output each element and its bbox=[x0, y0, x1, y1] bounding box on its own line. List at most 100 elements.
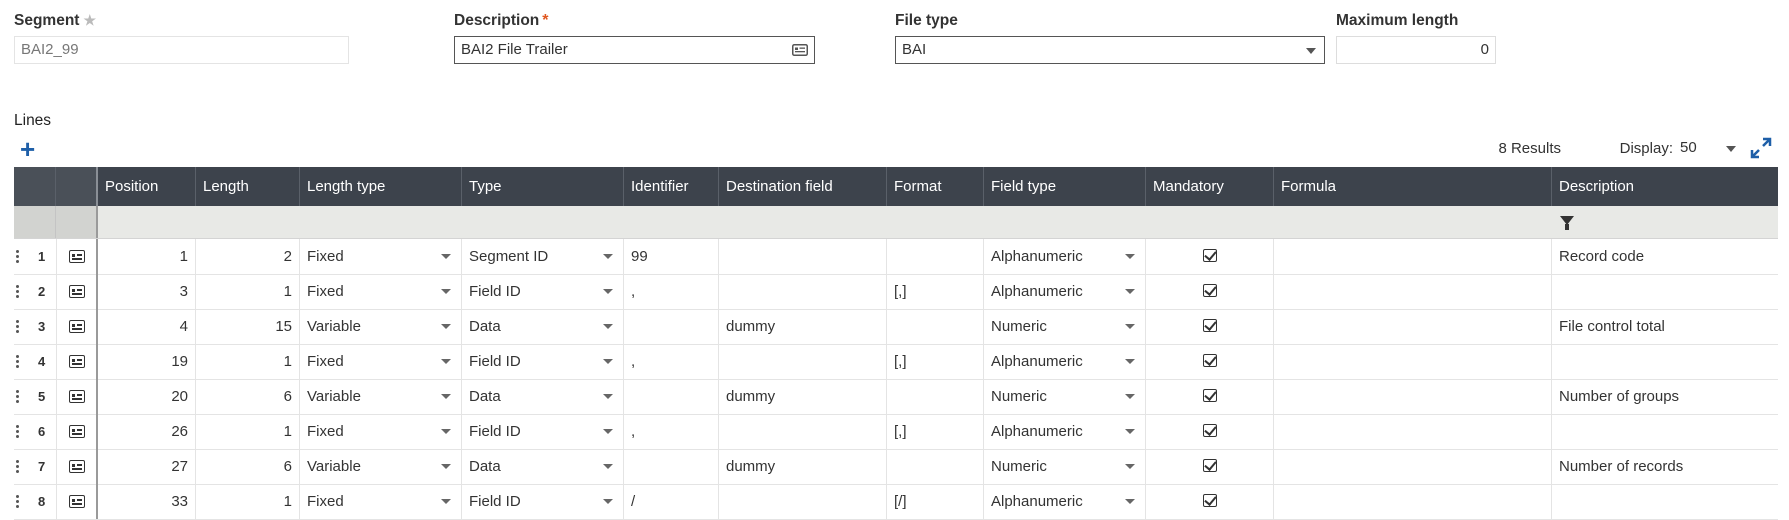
table-row[interactable]: 5 20 6 Variable Data dummy Numeric Number of gr… bbox=[14, 379, 1778, 415]
row-detail[interactable] bbox=[56, 239, 98, 274]
detail-card-icon[interactable] bbox=[69, 425, 85, 438]
header-destination-field[interactable]: Destination field bbox=[719, 167, 887, 206]
cell-length-type[interactable]: Fixed bbox=[300, 414, 462, 449]
cell-destination-field[interactable]: dummy bbox=[719, 379, 887, 414]
cell-field-type[interactable]: Numeric bbox=[984, 309, 1146, 344]
checkbox-checked-icon[interactable] bbox=[1203, 249, 1217, 262]
row-handle[interactable]: 1 bbox=[14, 239, 57, 274]
row-handle[interactable]: 6 bbox=[14, 414, 57, 449]
table-row[interactable]: 4 19 1 Fixed Field ID, [,] Alphanumeric bbox=[14, 344, 1778, 380]
header-identifier[interactable]: Identifier bbox=[624, 167, 719, 206]
cell-identifier[interactable]: , bbox=[624, 344, 719, 379]
cell-identifier[interactable]: , bbox=[624, 274, 719, 309]
cell-type[interactable]: Field ID bbox=[462, 274, 624, 309]
cell-field-type[interactable]: Alphanumeric bbox=[984, 274, 1146, 309]
cell-destination-field[interactable] bbox=[719, 239, 887, 274]
cell-format[interactable] bbox=[887, 309, 984, 344]
detail-card-icon[interactable] bbox=[69, 285, 85, 298]
cell-format[interactable] bbox=[887, 379, 984, 414]
checkbox-checked-icon[interactable] bbox=[1203, 354, 1217, 367]
cell-position[interactable]: 27 bbox=[98, 449, 196, 484]
cell-mandatory[interactable] bbox=[1146, 309, 1274, 344]
cell-mandatory[interactable] bbox=[1146, 449, 1274, 484]
drag-handle-icon[interactable] bbox=[16, 495, 20, 509]
detail-card-icon[interactable] bbox=[69, 495, 85, 508]
drag-handle-icon[interactable] bbox=[16, 250, 20, 264]
checkbox-checked-icon[interactable] bbox=[1203, 494, 1217, 507]
cell-formula[interactable] bbox=[1274, 239, 1552, 274]
cell-length[interactable]: 1 bbox=[196, 344, 300, 379]
table-row[interactable]: 1 1 2 Fixed Segment ID 99 Alphanumeric Record c… bbox=[14, 239, 1778, 275]
cell-formula[interactable] bbox=[1274, 344, 1552, 379]
cell-mandatory[interactable] bbox=[1146, 239, 1274, 274]
cell-length[interactable]: 1 bbox=[196, 414, 300, 449]
row-detail[interactable] bbox=[56, 379, 98, 414]
detail-card-icon[interactable] bbox=[69, 320, 85, 333]
cell-mandatory[interactable] bbox=[1146, 414, 1274, 449]
checkbox-checked-icon[interactable] bbox=[1203, 389, 1217, 402]
cell-formula[interactable] bbox=[1274, 309, 1552, 344]
cell-position[interactable]: 4 bbox=[98, 309, 196, 344]
cell-length-type[interactable]: Fixed bbox=[300, 239, 462, 274]
detail-card-icon[interactable] bbox=[69, 460, 85, 473]
segment-field[interactable]: BAI2_99 bbox=[14, 36, 349, 64]
row-handle[interactable]: 4 bbox=[14, 344, 57, 379]
cell-description[interactable] bbox=[1552, 414, 1778, 449]
detail-card-icon[interactable] bbox=[69, 355, 85, 368]
cell-description[interactable]: Number of groups bbox=[1552, 379, 1778, 414]
cell-formula[interactable] bbox=[1274, 274, 1552, 309]
cell-position[interactable]: 20 bbox=[98, 379, 196, 414]
checkbox-checked-icon[interactable] bbox=[1203, 319, 1217, 332]
maximum-length-field[interactable]: 0 bbox=[1336, 36, 1496, 64]
header-length[interactable]: Length bbox=[196, 167, 300, 206]
table-row[interactable]: 3 4 15 Variable Data dummy Numeric File control… bbox=[14, 309, 1778, 345]
cell-description[interactable] bbox=[1552, 344, 1778, 379]
drag-handle-icon[interactable] bbox=[16, 285, 20, 299]
cell-destination-field[interactable] bbox=[719, 414, 887, 449]
header-length-type[interactable]: Length type bbox=[300, 167, 462, 206]
cell-type[interactable]: Segment ID bbox=[462, 239, 624, 274]
star-icon[interactable]: ★ bbox=[83, 12, 96, 28]
cell-destination-field[interactable] bbox=[719, 344, 887, 379]
header-format[interactable]: Format bbox=[887, 167, 984, 206]
cell-identifier[interactable]: 99 bbox=[624, 239, 719, 274]
display-select[interactable]: 50 bbox=[1680, 139, 1736, 156]
header-field-type[interactable]: Field type bbox=[984, 167, 1146, 206]
cell-destination-field[interactable]: dummy bbox=[719, 309, 887, 344]
drag-handle-icon[interactable] bbox=[16, 425, 20, 439]
row-detail[interactable] bbox=[56, 309, 98, 344]
cell-description[interactable]: Record code bbox=[1552, 239, 1778, 274]
row-detail[interactable] bbox=[56, 414, 98, 449]
cell-mandatory[interactable] bbox=[1146, 344, 1274, 379]
cell-destination-field[interactable]: dummy bbox=[719, 449, 887, 484]
cell-length[interactable]: 1 bbox=[196, 274, 300, 309]
checkbox-checked-icon[interactable] bbox=[1203, 459, 1217, 472]
cell-field-type[interactable]: Alphanumeric bbox=[984, 344, 1146, 379]
row-handle[interactable]: 2 bbox=[14, 274, 57, 309]
drag-handle-icon[interactable] bbox=[16, 390, 20, 404]
filter-icon[interactable] bbox=[1560, 216, 1574, 230]
detail-card-icon[interactable] bbox=[69, 250, 85, 263]
cell-formula[interactable] bbox=[1274, 414, 1552, 449]
cell-type[interactable]: Data bbox=[462, 379, 624, 414]
cell-description[interactable]: Number of records bbox=[1552, 449, 1778, 484]
cell-mandatory[interactable] bbox=[1146, 379, 1274, 414]
row-detail[interactable] bbox=[56, 274, 98, 309]
cell-length[interactable]: 6 bbox=[196, 449, 300, 484]
cell-format[interactable] bbox=[887, 449, 984, 484]
cell-identifier[interactable] bbox=[624, 309, 719, 344]
cell-field-type[interactable]: Alphanumeric bbox=[984, 414, 1146, 449]
table-row[interactable]: 2 3 1 Fixed Field ID, [,] Alphanumeric bbox=[14, 274, 1778, 310]
description-field[interactable]: BAI2 File Trailer bbox=[454, 36, 815, 64]
cell-position[interactable]: 26 bbox=[98, 414, 196, 449]
table-row[interactable]: 7 27 6 Variable Data dummy Numeric Number of re… bbox=[14, 449, 1778, 485]
cell-description[interactable] bbox=[1552, 274, 1778, 309]
row-handle[interactable]: 5 bbox=[14, 379, 57, 414]
header-type[interactable]: Type bbox=[462, 167, 624, 206]
detail-card-icon[interactable] bbox=[69, 390, 85, 403]
cell-length[interactable]: 15 bbox=[196, 309, 300, 344]
cell-format[interactable]: [,] bbox=[887, 414, 984, 449]
cell-length-type[interactable]: Variable bbox=[300, 309, 462, 344]
cell-mandatory[interactable] bbox=[1146, 274, 1274, 309]
cell-length-type[interactable]: Variable bbox=[300, 449, 462, 484]
